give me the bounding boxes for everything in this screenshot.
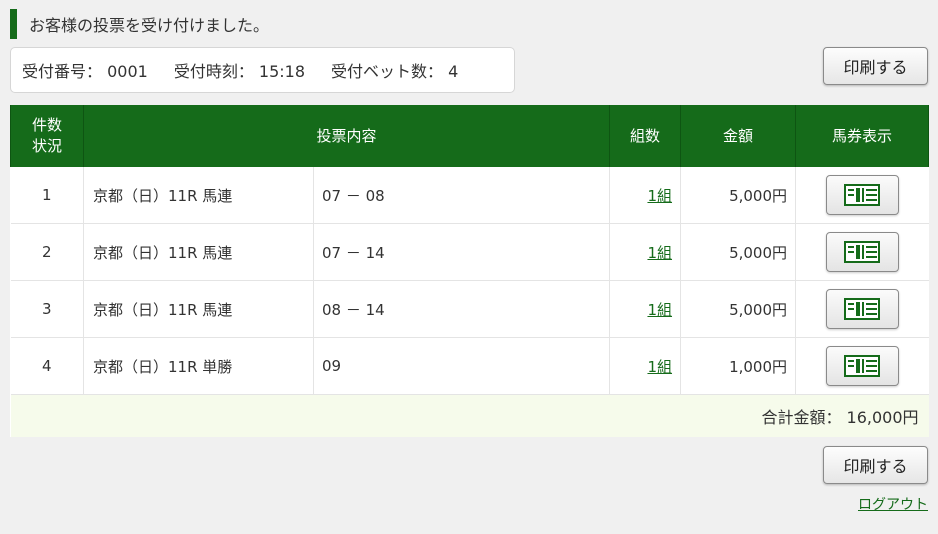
row-kumi-link[interactable]: 1組 [647, 358, 672, 376]
table-row: 1 京都（日）11R 馬連 07 － 08 1組 5,000円 [10, 167, 929, 224]
table-row: 4 京都（日）11R 単勝 09 1組 1,000円 [10, 337, 929, 395]
row-kumi-link[interactable]: 1組 [647, 187, 672, 205]
bet-table: 件数 状況 投票内容 組数 金額 馬券表示 1 京都（日）11R 馬連 07 －… [10, 105, 930, 437]
table-header-row: 件数 状況 投票内容 組数 金額 馬券表示 [10, 105, 930, 167]
row-number: 4 [10, 337, 84, 395]
print-button-top[interactable]: 印刷する [823, 47, 928, 85]
logout-link[interactable]: ログアウト [858, 494, 928, 514]
row-number: 3 [10, 280, 84, 338]
header-count-status: 件数 状況 [10, 105, 84, 167]
row-selection: 07 － 08 [312, 167, 610, 224]
row-kumi-link[interactable]: 1組 [647, 244, 672, 262]
row-number: 2 [10, 223, 84, 281]
row-kumi-link[interactable]: 1組 [647, 301, 672, 319]
header-amount: 金額 [680, 105, 797, 167]
row-race: 京都（日）11R 馬連 [83, 280, 314, 338]
total-amount: 合計金額： 16,000円 [10, 394, 929, 437]
header-ticket: 馬券表示 [795, 105, 930, 167]
notice-banner: お客様の投票を受け付けました。 [10, 8, 269, 40]
row-race: 京都（日）11R 馬連 [83, 167, 314, 224]
receipt-time: 受付時刻： 15:18 [173, 62, 306, 81]
header-count-label: 件数 [31, 116, 62, 134]
row-selection: 08 － 14 [312, 280, 610, 338]
receipt-bet-count: 受付ベット数： 4 [331, 62, 459, 81]
ticket-icon [844, 241, 881, 263]
row-selection: 07 － 14 [312, 223, 610, 281]
header-status-label: 状況 [31, 137, 62, 155]
table-row: 3 京都（日）11R 馬連 08 － 14 1組 5,000円 [10, 280, 929, 338]
print-button-bottom[interactable]: 印刷する [823, 446, 928, 484]
ticket-view-button[interactable] [825, 289, 899, 329]
header-kumi: 組数 [609, 105, 682, 167]
header-content: 投票内容 [82, 105, 611, 167]
ticket-view-button[interactable] [825, 346, 899, 386]
row-ticket-cell [795, 280, 929, 338]
row-amount: 1,000円 [680, 337, 796, 395]
vote-confirmation-page: お客様の投票を受け付けました。 受付番号： 0001 受付時刻： 15:18 受… [0, 0, 938, 534]
ticket-icon [844, 355, 881, 377]
total-row: 合計金額： 16,000円 [10, 394, 929, 437]
ticket-icon [844, 298, 881, 320]
row-amount: 5,000円 [680, 167, 796, 224]
row-kumi-cell: 1組 [609, 337, 681, 395]
ticket-icon [844, 184, 881, 206]
row-ticket-cell [795, 337, 929, 395]
row-amount: 5,000円 [680, 223, 796, 281]
notice-message: お客様の投票を受け付けました。 [29, 16, 270, 35]
receipt-info-box: 受付番号： 0001 受付時刻： 15:18 受付ベット数： 4 [10, 47, 515, 93]
row-race: 京都（日）11R 馬連 [83, 223, 314, 281]
row-selection: 09 [312, 337, 610, 395]
row-amount: 5,000円 [680, 280, 796, 338]
table-row: 2 京都（日）11R 馬連 07 － 14 1組 5,000円 [10, 223, 929, 281]
notice-accent-bar [10, 9, 17, 39]
row-kumi-cell: 1組 [609, 167, 681, 224]
row-ticket-cell [795, 167, 929, 224]
row-number: 1 [10, 167, 84, 224]
row-ticket-cell [795, 223, 929, 281]
row-kumi-cell: 1組 [609, 280, 681, 338]
row-kumi-cell: 1組 [609, 223, 681, 281]
ticket-view-button[interactable] [825, 175, 899, 215]
row-race: 京都（日）11R 単勝 [83, 337, 314, 395]
receipt-number: 受付番号： 0001 [22, 62, 148, 81]
ticket-view-button[interactable] [825, 232, 899, 272]
